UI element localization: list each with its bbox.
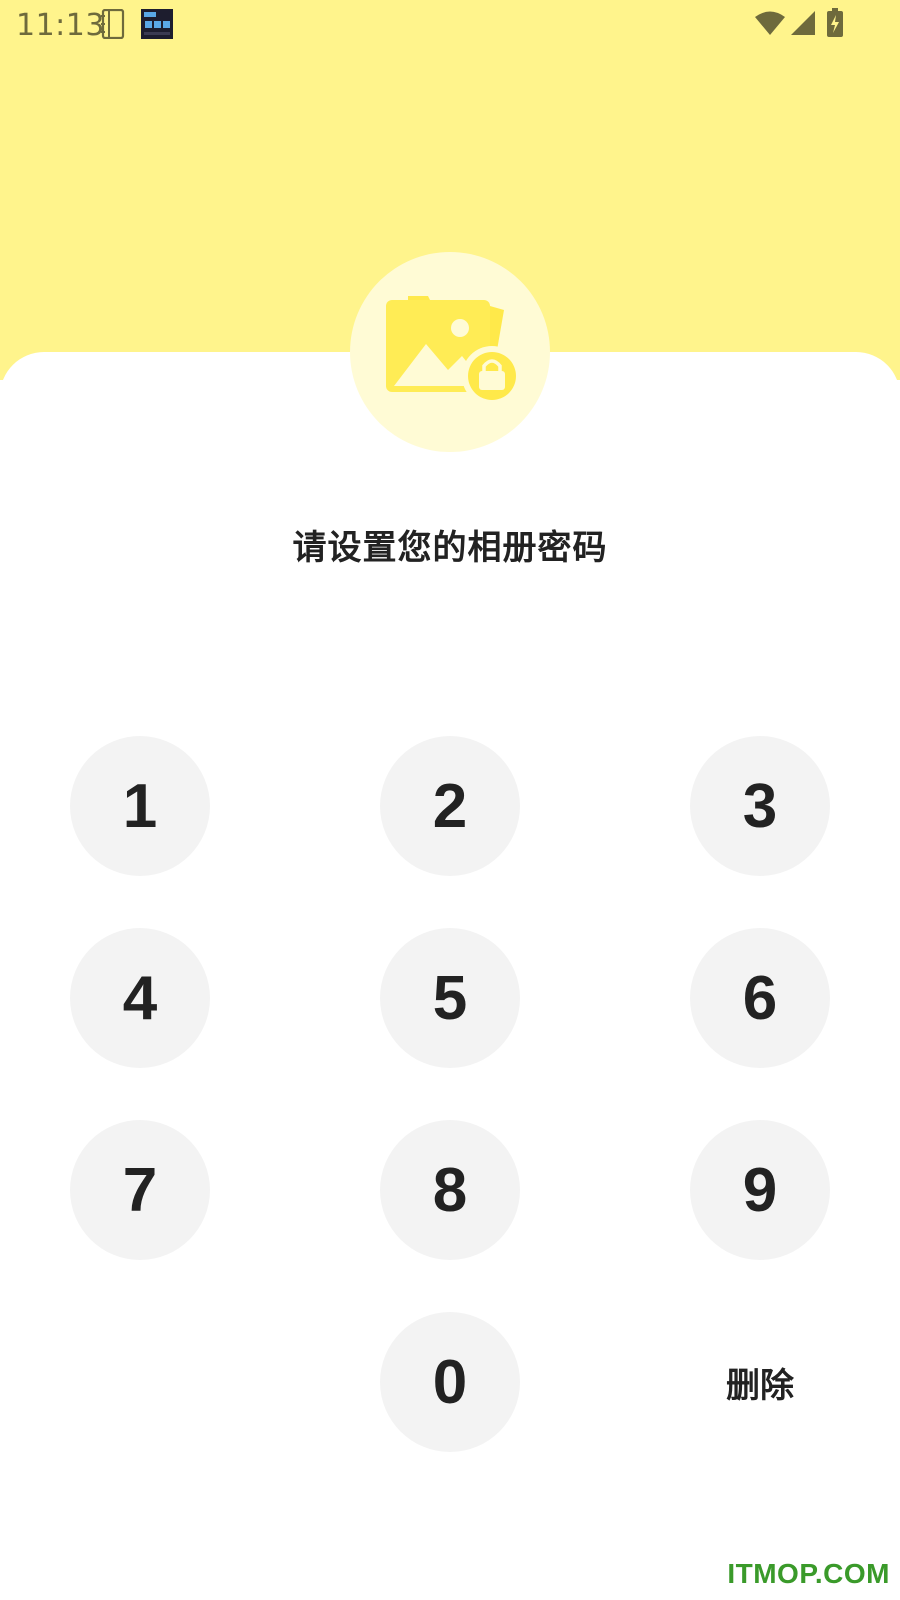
keypad-key-8[interactable]: 8 xyxy=(380,1120,520,1260)
clock-widget-icon xyxy=(141,9,173,39)
password-setup-screen: 11:13 请设置您的相册密码 1 2 3 4 5 6 7 8 9 0 删除 I… xyxy=(0,0,900,1600)
keypad-key-1[interactable]: 1 xyxy=(70,736,210,876)
keypad-key-5[interactable]: 5 xyxy=(380,928,520,1068)
keypad-key-4[interactable]: 4 xyxy=(70,928,210,1068)
keypad-key-9[interactable]: 9 xyxy=(690,1120,830,1260)
keypad-key-6[interactable]: 6 xyxy=(690,928,830,1068)
page-title: 请设置您的相册密码 xyxy=(292,528,608,568)
delete-button[interactable]: 删除 xyxy=(690,1352,830,1412)
keypad-key-7[interactable]: 7 xyxy=(70,1120,210,1260)
battery-charging-icon xyxy=(827,8,843,37)
keypad-key-0[interactable]: 0 xyxy=(380,1312,520,1452)
keypad-key-2[interactable]: 2 xyxy=(380,736,520,876)
album-lock-icon xyxy=(386,296,522,406)
watermark-text: ITMOP.COM xyxy=(727,1558,890,1589)
notebook-icon xyxy=(101,9,125,39)
signal-icon xyxy=(791,11,815,35)
keypad-key-3[interactable]: 3 xyxy=(690,736,830,876)
status-time: 11:13 xyxy=(16,8,105,43)
status-bar: 11:13 xyxy=(0,0,900,50)
wifi-icon xyxy=(755,11,785,35)
